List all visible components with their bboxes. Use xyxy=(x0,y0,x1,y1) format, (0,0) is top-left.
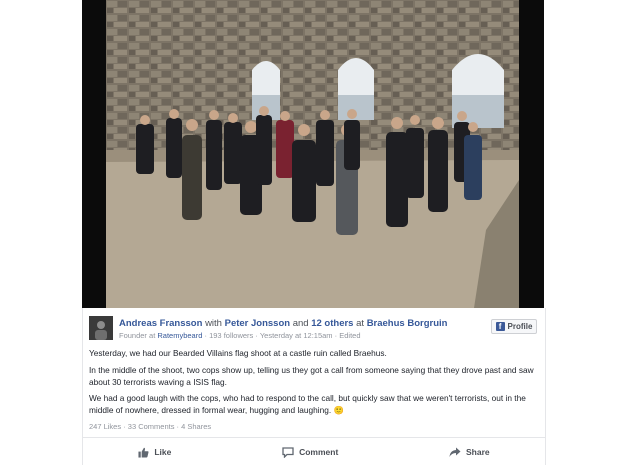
post-paragraph: Yesterday, we had our Bearded Villains f… xyxy=(89,348,387,358)
location-link[interactable]: Braehus Borgruin xyxy=(367,318,448,329)
meta-separator: · xyxy=(334,331,338,340)
comment-label: Comment xyxy=(299,447,339,457)
post-body: Yesterday, we had our Bearded Villains f… xyxy=(89,348,537,422)
post-header: Andreas Fransson with Peter Jonsson and … xyxy=(119,318,447,329)
post-meta: Founder at Ratemybeard · 193 followers ·… xyxy=(119,331,361,340)
engagement-stats[interactable]: 247 Likes · 33 Comments · 4 Shares xyxy=(89,422,211,431)
facebook-post: Andreas Fransson with Peter Jonsson and … xyxy=(82,308,546,465)
timestamp[interactable]: Yesterday at 12:15am xyxy=(260,331,333,340)
thumbs-up-icon xyxy=(138,447,149,458)
comment-icon xyxy=(282,446,294,458)
share-button[interactable]: Share xyxy=(449,447,490,458)
meta-separator: · xyxy=(255,331,258,340)
role-org-link[interactable]: Ratemybeard xyxy=(157,331,202,340)
meta-separator: · xyxy=(204,331,208,340)
like-button[interactable]: Like xyxy=(138,447,171,458)
followers-count[interactable]: 193 followers xyxy=(209,331,253,340)
avatar[interactable] xyxy=(89,316,113,340)
facebook-icon: f xyxy=(495,322,505,331)
action-bar: Like Comment Share xyxy=(83,437,545,466)
post-paragraph: In the middle of the shoot, two cops sho… xyxy=(89,364,534,387)
role-prefix: Founder at xyxy=(119,331,156,340)
post-photo-frame xyxy=(82,0,544,308)
tagged-person-link[interactable]: Peter Jonsson xyxy=(225,318,290,329)
castle-ruin-group-photo xyxy=(106,0,519,308)
with-text: with xyxy=(205,318,222,329)
post-paragraph: We had a good laugh with the cops, who h… xyxy=(89,393,526,416)
comment-button[interactable]: Comment xyxy=(282,446,339,458)
share-label: Share xyxy=(466,447,490,457)
at-text: at xyxy=(356,318,365,329)
share-icon xyxy=(449,447,461,457)
author-link[interactable]: Andreas Fransson xyxy=(119,318,202,329)
profile-button[interactable]: f Profile xyxy=(491,319,537,334)
post-photo[interactable] xyxy=(106,0,519,308)
edited-label[interactable]: Edited xyxy=(339,331,360,340)
profile-button-label: Profile xyxy=(507,322,533,331)
and-text: and xyxy=(292,318,309,329)
others-link[interactable]: 12 others xyxy=(311,318,353,329)
like-label: Like xyxy=(154,447,172,457)
avatar-image xyxy=(89,316,113,340)
